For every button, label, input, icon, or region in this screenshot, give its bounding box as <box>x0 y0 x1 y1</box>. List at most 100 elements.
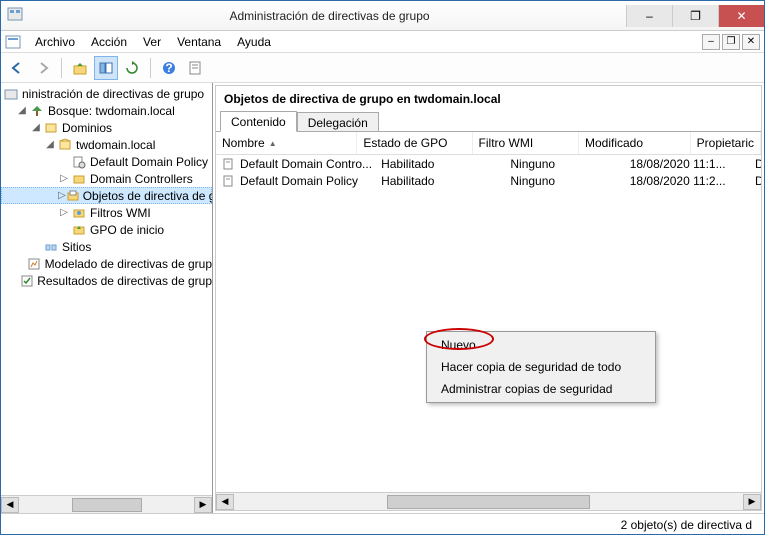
scroll-right-button[interactable]: ▶ <box>194 497 212 513</box>
context-menu-manage-backups[interactable]: Administrar copias de seguridad <box>427 378 655 400</box>
refresh-button[interactable] <box>120 56 144 80</box>
back-button[interactable] <box>5 56 29 80</box>
tree-scrollbar-h[interactable]: ◀ ▶ <box>1 495 212 513</box>
col-propietario[interactable]: Propietaric <box>691 132 761 154</box>
toolbar-sep <box>61 58 62 78</box>
menubar: Archivo Acción Ver Ventana Ayuda – ❐ ✕ <box>1 31 764 53</box>
gpo-icon <box>222 157 236 171</box>
gpmc-root-icon <box>3 87 19 101</box>
list-body[interactable]: Default Domain Contro... Habilitado Ning… <box>216 155 761 492</box>
collapse-icon[interactable]: ◢ <box>15 105 29 116</box>
tree-item-starter-gpos[interactable]: GPO de inicio <box>1 221 212 238</box>
results-icon <box>20 274 34 288</box>
mdi-close[interactable]: ✕ <box>742 34 760 50</box>
minimize-button[interactable]: – <box>626 5 672 27</box>
properties-button[interactable] <box>183 56 207 80</box>
list-row[interactable]: Default Domain Policy Habilitado Ninguno… <box>216 172 761 189</box>
collapse-icon[interactable]: ◢ <box>43 139 57 150</box>
tree-forest[interactable]: ◢Bosque: twdomain.local <box>1 102 212 119</box>
menu-ayuda[interactable]: Ayuda <box>229 32 279 52</box>
col-estado[interactable]: Estado de GPO <box>357 132 472 154</box>
menu-ver[interactable]: Ver <box>135 32 169 52</box>
status-text: 2 objeto(s) de directiva d <box>621 518 752 532</box>
tab-contenido[interactable]: Contenido <box>220 111 297 132</box>
show-hide-tree-button[interactable] <box>94 56 118 80</box>
tree-root[interactable]: ninistración de directivas de grupo <box>1 85 212 102</box>
expand-icon[interactable]: ▷ <box>57 207 71 218</box>
cell-modificado: 18/08/2020 11:2... <box>624 173 749 189</box>
col-label: Nombre <box>222 136 265 150</box>
tree-label: Resultados de directivas de grup <box>37 274 212 288</box>
mdi-buttons: – ❐ ✕ <box>700 34 764 50</box>
expand-icon[interactable]: ▷ <box>58 190 66 201</box>
tree-domains[interactable]: ◢Dominios <box>1 119 212 136</box>
sort-asc-icon: ▲ <box>269 139 277 148</box>
detail-scrollbar-h[interactable]: ◀ ▶ <box>216 492 761 510</box>
tabs: Contenido Delegación <box>216 110 761 132</box>
detail-heading: Objetos de directiva de grupo en twdomai… <box>216 86 761 110</box>
help-button[interactable]: ? <box>157 56 181 80</box>
cell-filtro: Ninguno <box>504 173 623 189</box>
collapse-icon[interactable]: ◢ <box>29 122 43 133</box>
scroll-thumb[interactable] <box>387 495 591 509</box>
domain-icon <box>57 138 73 152</box>
svg-text:?: ? <box>165 61 172 75</box>
toolbar: ? <box>1 53 764 83</box>
mdi-minimize[interactable]: – <box>702 34 720 50</box>
tree-modeling[interactable]: Modelado de directivas de grup <box>1 255 212 272</box>
tree-label: Modelado de directivas de grup <box>45 257 212 271</box>
tree-item-default-policy[interactable]: Default Domain Policy <box>1 153 212 170</box>
cell-propietario: Domain Ac <box>749 156 761 172</box>
cell-text: Default Domain Contro... <box>240 157 372 171</box>
cell-modificado: 18/08/2020 11:1... <box>624 156 749 172</box>
tree-domain[interactable]: ◢ twdomain.local <box>1 136 212 153</box>
cell-text: Default Domain Policy <box>240 174 358 188</box>
domains-icon <box>43 121 59 135</box>
scroll-left-button[interactable]: ◀ <box>216 494 234 510</box>
scroll-track[interactable] <box>19 497 194 513</box>
tree-item-gpo-objects[interactable]: ▷Objetos de directiva de g <box>1 187 212 204</box>
tree-item-wmi-filters[interactable]: ▷ Filtros WMI <box>1 204 212 221</box>
menu-archivo[interactable]: Archivo <box>27 32 83 52</box>
tab-delegacion[interactable]: Delegación <box>297 112 379 131</box>
context-menu: Nuevo Hacer copia de seguridad de todo A… <box>426 331 656 403</box>
mdi-restore[interactable]: ❐ <box>722 34 740 50</box>
menu-ventana[interactable]: Ventana <box>169 32 229 52</box>
col-filtro[interactable]: Filtro WMI <box>473 132 579 154</box>
tree[interactable]: ninistración de directivas de grupo ◢Bos… <box>1 83 212 495</box>
forest-icon <box>29 104 45 118</box>
tree-label: twdomain.local <box>76 138 155 152</box>
tree-label: Domain Controllers <box>90 172 193 186</box>
maximize-button[interactable]: ❐ <box>672 5 718 27</box>
menu-accion[interactable]: Acción <box>83 32 135 52</box>
tree-label: ninistración de directivas de grupo <box>22 87 204 101</box>
forward-button[interactable] <box>31 56 55 80</box>
tree-results[interactable]: Resultados de directivas de grup <box>1 272 212 289</box>
tree-label: Sitios <box>62 240 91 254</box>
cell-nombre: Default Domain Contro... <box>216 156 375 172</box>
wmi-icon <box>71 206 87 220</box>
tree-item-domain-controllers[interactable]: ▷ Domain Controllers <box>1 170 212 187</box>
tree-label: GPO de inicio <box>90 223 164 237</box>
tree-label: Filtros WMI <box>90 206 151 220</box>
ou-icon <box>71 172 87 186</box>
expand-icon[interactable]: ▷ <box>57 173 71 184</box>
statusbar: 2 objeto(s) de directiva d <box>1 513 764 535</box>
close-button[interactable]: ✕ <box>718 5 764 27</box>
scroll-left-button[interactable]: ◀ <box>1 497 19 513</box>
window-titlebar: Administración de directivas de grupo – … <box>1 1 764 31</box>
up-folder-button[interactable] <box>68 56 92 80</box>
cell-estado: Habilitado <box>375 156 504 172</box>
context-menu-backup-all[interactable]: Hacer copia de seguridad de todo <box>427 356 655 378</box>
col-modificado[interactable]: Modificado <box>579 132 691 154</box>
scroll-thumb[interactable] <box>72 498 142 512</box>
col-nombre[interactable]: Nombre ▲ <box>216 132 357 154</box>
scroll-track[interactable] <box>234 494 743 510</box>
gpo-link-icon <box>71 155 87 169</box>
workspace: ninistración de directivas de grupo ◢Bos… <box>1 83 764 513</box>
sites-icon <box>43 240 59 254</box>
scroll-right-button[interactable]: ▶ <box>743 494 761 510</box>
tree-sites[interactable]: Sitios <box>1 238 212 255</box>
list-row[interactable]: Default Domain Contro... Habilitado Ning… <box>216 155 761 172</box>
context-menu-nuevo[interactable]: Nuevo <box>427 334 655 356</box>
